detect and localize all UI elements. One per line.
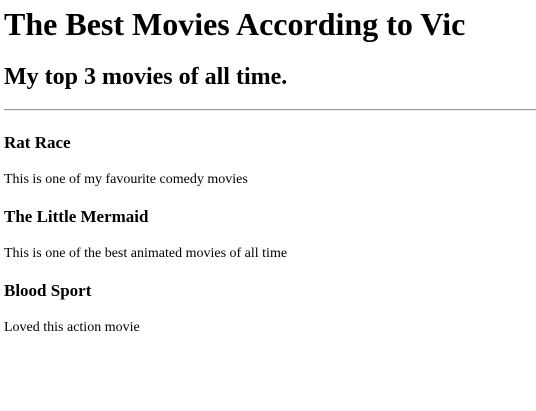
movie-description: This is one of the best animated movies … [4,246,288,261]
movie-description: This is one of my favourite comedy movie… [4,172,248,187]
movie-description: Loved this action movie [4,320,140,335]
divider [4,109,536,111]
page-subtitle: My top 3 movies of all time. [4,64,288,90]
movie-title: Rat Race [4,133,71,152]
page-title: The Best Movies According to Vic [4,6,466,42]
movie-title: Blood Sport [4,281,92,300]
movie-title: The Little Mermaid [4,207,149,226]
